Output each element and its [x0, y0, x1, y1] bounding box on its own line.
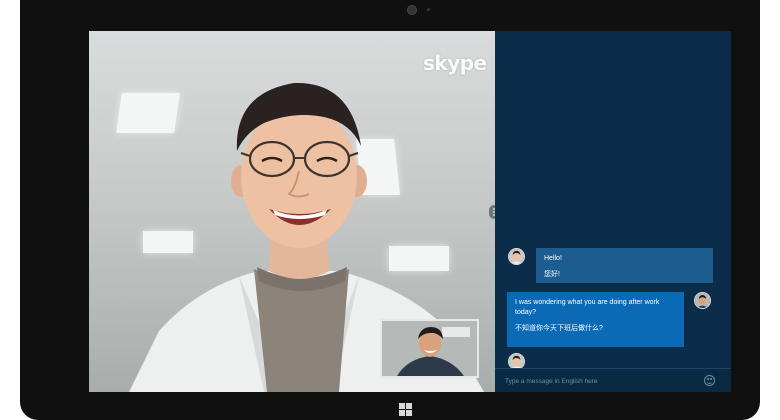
chat-panel: Hello! 您好! I was wondering what you are …	[495, 31, 731, 392]
message-input[interactable]	[505, 374, 695, 388]
message-translation-text: 您好!	[544, 271, 560, 278]
message-original-text: today?	[515, 309, 537, 316]
light-sensor	[427, 8, 430, 11]
message-bubble-sent: I was wondering what you are doing after…	[507, 292, 684, 347]
screen: skype Hello! 您好! I was wondering what yo…	[89, 31, 731, 392]
skype-logo: skype	[423, 51, 487, 75]
self-avatar	[694, 292, 711, 309]
main-video-feed[interactable]: skype	[89, 31, 495, 392]
front-camera	[407, 5, 417, 15]
emoji-icon[interactable]	[704, 375, 715, 386]
message-original-text: I was wondering what you are doing after…	[515, 299, 660, 306]
remote-avatar	[508, 248, 525, 265]
tablet-device: skype Hello! 您好! I was wondering what yo…	[20, 0, 760, 420]
windows-logo-icon[interactable]	[399, 403, 413, 416]
message-bubble-received: Hello! 您好!	[536, 248, 713, 283]
message-compose-bar	[495, 368, 731, 392]
message-translation-text: 不知道你今天下班后做什么?	[515, 325, 603, 332]
self-participant-image	[382, 321, 477, 376]
self-video-preview[interactable]	[380, 319, 479, 378]
message-original-text: Hello!	[544, 255, 562, 262]
